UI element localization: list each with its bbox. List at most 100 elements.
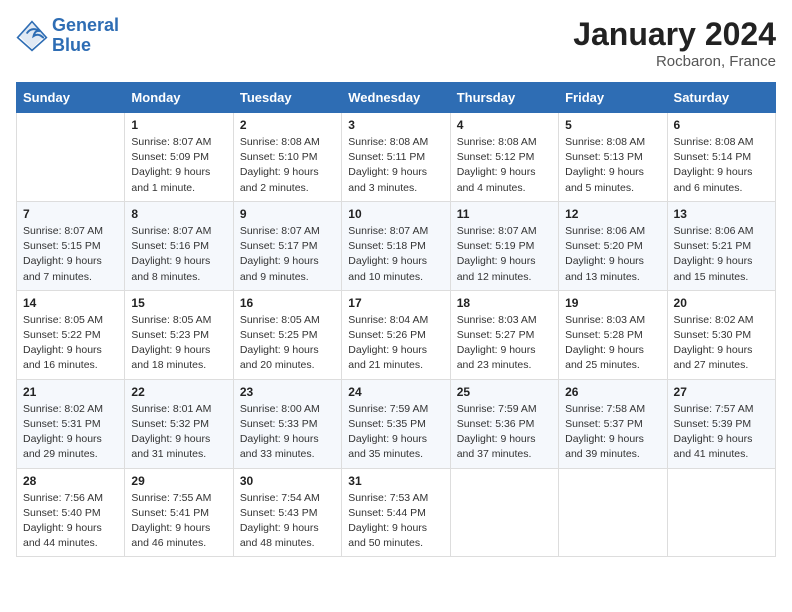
day-number: 11 [457,207,552,221]
day-detail: Sunrise: 8:03 AMSunset: 5:27 PMDaylight:… [457,313,552,374]
calendar-day-cell: 21 Sunrise: 8:02 AMSunset: 5:31 PMDayligh… [17,379,125,468]
logo-icon [16,20,48,52]
day-detail: Sunrise: 8:05 AMSunset: 5:23 PMDaylight:… [131,313,226,374]
day-detail: Sunrise: 8:07 AMSunset: 5:15 PMDaylight:… [23,224,118,285]
day-detail: Sunrise: 8:01 AMSunset: 5:32 PMDaylight:… [131,402,226,463]
day-number: 4 [457,118,552,132]
calendar-week-row: 1 Sunrise: 8:07 AMSunset: 5:09 PMDaylight… [17,113,776,202]
day-number: 8 [131,207,226,221]
weekday-header-cell: Monday [125,83,233,113]
day-number: 3 [348,118,443,132]
day-number: 2 [240,118,335,132]
day-number: 25 [457,385,552,399]
day-detail: Sunrise: 8:07 AMSunset: 5:18 PMDaylight:… [348,224,443,285]
day-detail: Sunrise: 8:08 AMSunset: 5:13 PMDaylight:… [565,135,660,196]
calendar-day-cell: 24Sunrise: 7:59 AMSunset: 5:35 PMDayligh… [342,379,450,468]
day-number: 21 [23,385,118,399]
day-number: 9 [240,207,335,221]
day-number: 28 [23,474,118,488]
day-number: 6 [674,118,769,132]
logo-line2: Blue [52,36,119,56]
calendar-table: SundayMondayTuesdayWednesdayThursdayFrid… [16,82,776,557]
day-detail: Sunrise: 7:54 AMSunset: 5:43 PMDaylight:… [240,491,335,552]
day-detail: Sunrise: 8:00 AMSunset: 5:33 PMDaylight:… [240,402,335,463]
day-number: 15 [131,296,226,310]
weekday-header-cell: Sunday [17,83,125,113]
day-detail: Sunrise: 8:06 AMSunset: 5:20 PMDaylight:… [565,224,660,285]
calendar-day-cell: 20 Sunrise: 8:02 AMSunset: 5:30 PMDayligh… [667,290,775,379]
calendar-day-cell: 28 Sunrise: 7:56 AMSunset: 5:40 PMDayligh… [17,468,125,557]
calendar-day-cell: 13Sunrise: 8:06 AMSunset: 5:21 PMDayligh… [667,201,775,290]
weekday-header-cell: Thursday [450,83,558,113]
day-number: 22 [131,385,226,399]
day-detail: Sunrise: 7:59 AMSunset: 5:36 PMDaylight:… [457,402,552,463]
day-detail: Sunrise: 8:08 AMSunset: 5:11 PMDaylight:… [348,135,443,196]
day-detail: Sunrise: 7:59 AMSunset: 5:35 PMDaylight:… [348,402,443,463]
day-number: 1 [131,118,226,132]
location: Rocbaron, France [573,53,776,70]
day-detail: Sunrise: 8:07 AMSunset: 5:09 PMDaylight:… [131,135,226,196]
calendar-week-row: 7 Sunrise: 8:07 AMSunset: 5:15 PMDaylight… [17,201,776,290]
day-number: 7 [23,207,118,221]
page-header: General Blue January 2024 Rocbaron, Fran… [16,16,776,70]
day-detail: Sunrise: 7:58 AMSunset: 5:37 PMDaylight:… [565,402,660,463]
calendar-day-cell: 6 Sunrise: 8:08 AMSunset: 5:14 PMDaylight… [667,113,775,202]
day-number: 14 [23,296,118,310]
logo: General Blue [16,16,119,56]
calendar-day-cell: 1 Sunrise: 8:07 AMSunset: 5:09 PMDaylight… [125,113,233,202]
day-detail: Sunrise: 8:08 AMSunset: 5:14 PMDaylight:… [674,135,769,196]
calendar-day-cell: 5Sunrise: 8:08 AMSunset: 5:13 PMDaylight… [559,113,667,202]
day-number: 13 [674,207,769,221]
day-detail: Sunrise: 8:07 AMSunset: 5:17 PMDaylight:… [240,224,335,285]
calendar-day-cell: 17 Sunrise: 8:04 AMSunset: 5:26 PMDayligh… [342,290,450,379]
calendar-day-cell: 12Sunrise: 8:06 AMSunset: 5:20 PMDayligh… [559,201,667,290]
calendar-body: 1 Sunrise: 8:07 AMSunset: 5:09 PMDaylight… [17,113,776,557]
calendar-day-cell: 4 Sunrise: 8:08 AMSunset: 5:12 PMDaylight… [450,113,558,202]
calendar-week-row: 21 Sunrise: 8:02 AMSunset: 5:31 PMDayligh… [17,379,776,468]
calendar-day-cell: 30 Sunrise: 7:54 AMSunset: 5:43 PMDayligh… [233,468,341,557]
calendar-day-cell [450,468,558,557]
calendar-day-cell: 23 Sunrise: 8:00 AMSunset: 5:33 PMDayligh… [233,379,341,468]
title-block: January 2024 Rocbaron, France [573,16,776,70]
day-number: 27 [674,385,769,399]
day-detail: Sunrise: 8:05 AMSunset: 5:22 PMDaylight:… [23,313,118,374]
calendar-day-cell: 9 Sunrise: 8:07 AMSunset: 5:17 PMDaylight… [233,201,341,290]
day-detail: Sunrise: 8:07 AMSunset: 5:19 PMDaylight:… [457,224,552,285]
day-detail: Sunrise: 8:08 AMSunset: 5:12 PMDaylight:… [457,135,552,196]
calendar-day-cell: 27Sunrise: 7:57 AMSunset: 5:39 PMDayligh… [667,379,775,468]
calendar-day-cell: 7 Sunrise: 8:07 AMSunset: 5:15 PMDaylight… [17,201,125,290]
day-detail: Sunrise: 8:02 AMSunset: 5:31 PMDaylight:… [23,402,118,463]
calendar-day-cell: 16Sunrise: 8:05 AMSunset: 5:25 PMDayligh… [233,290,341,379]
calendar-day-cell: 25 Sunrise: 7:59 AMSunset: 5:36 PMDayligh… [450,379,558,468]
day-number: 20 [674,296,769,310]
day-detail: Sunrise: 7:53 AMSunset: 5:44 PMDaylight:… [348,491,443,552]
day-detail: Sunrise: 8:02 AMSunset: 5:30 PMDaylight:… [674,313,769,374]
calendar-day-cell [17,113,125,202]
day-detail: Sunrise: 7:56 AMSunset: 5:40 PMDaylight:… [23,491,118,552]
day-number: 29 [131,474,226,488]
day-number: 18 [457,296,552,310]
day-detail: Sunrise: 8:04 AMSunset: 5:26 PMDaylight:… [348,313,443,374]
calendar-day-cell: 22 Sunrise: 8:01 AMSunset: 5:32 PMDayligh… [125,379,233,468]
calendar-day-cell: 18 Sunrise: 8:03 AMSunset: 5:27 PMDayligh… [450,290,558,379]
calendar-day-cell: 29 Sunrise: 7:55 AMSunset: 5:41 PMDayligh… [125,468,233,557]
calendar-day-cell: 14 Sunrise: 8:05 AMSunset: 5:22 PMDayligh… [17,290,125,379]
day-number: 23 [240,385,335,399]
day-number: 26 [565,385,660,399]
day-number: 17 [348,296,443,310]
calendar-day-cell: 3 Sunrise: 8:08 AMSunset: 5:11 PMDaylight… [342,113,450,202]
calendar-day-cell: 31 Sunrise: 7:53 AMSunset: 5:44 PMDayligh… [342,468,450,557]
calendar-week-row: 28 Sunrise: 7:56 AMSunset: 5:40 PMDayligh… [17,468,776,557]
logo-line1: General [52,16,119,36]
calendar-day-cell: 8Sunrise: 8:07 AMSunset: 5:16 PMDaylight… [125,201,233,290]
weekday-header-cell: Saturday [667,83,775,113]
day-number: 31 [348,474,443,488]
weekday-header-row: SundayMondayTuesdayWednesdayThursdayFrid… [17,83,776,113]
calendar-day-cell: 15 Sunrise: 8:05 AMSunset: 5:23 PMDayligh… [125,290,233,379]
day-number: 10 [348,207,443,221]
weekday-header-cell: Tuesday [233,83,341,113]
calendar-day-cell: 10 Sunrise: 8:07 AMSunset: 5:18 PMDayligh… [342,201,450,290]
day-number: 30 [240,474,335,488]
day-detail: Sunrise: 7:55 AMSunset: 5:41 PMDaylight:… [131,491,226,552]
calendar-day-cell [559,468,667,557]
